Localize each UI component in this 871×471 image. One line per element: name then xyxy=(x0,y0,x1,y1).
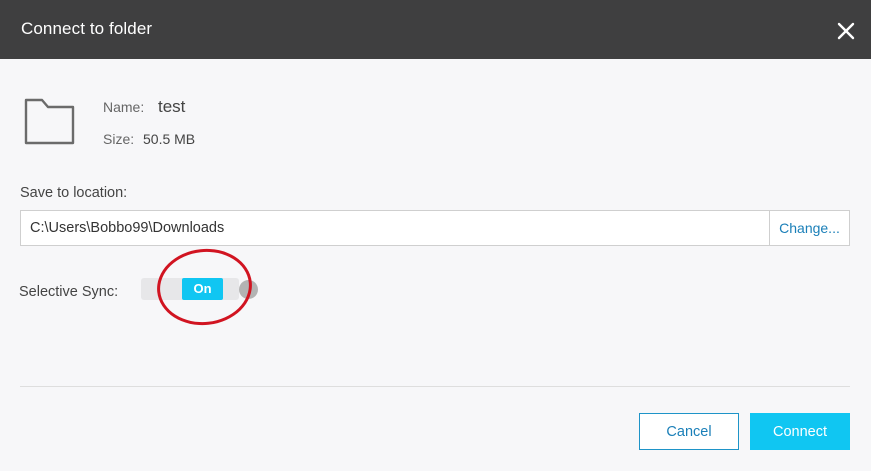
dialog-titlebar: Connect to folder xyxy=(0,0,871,59)
footer-divider xyxy=(20,386,850,387)
selective-sync-on-state[interactable]: On xyxy=(182,278,223,300)
connect-to-folder-dialog: Connect to folder Name: test Size: 50.5 … xyxy=(0,0,871,471)
save-location-input[interactable] xyxy=(20,210,770,246)
dialog-title: Connect to folder xyxy=(21,19,153,38)
folder-icon xyxy=(24,96,76,146)
folder-name-value: test xyxy=(158,97,186,116)
toggle-knob[interactable] xyxy=(239,280,258,299)
close-icon[interactable] xyxy=(834,19,858,43)
connect-button[interactable]: Connect xyxy=(750,413,850,450)
folder-size-label: Size: xyxy=(103,131,135,147)
folder-name-label: Name: xyxy=(103,99,145,115)
save-location-label: Save to location: xyxy=(20,185,128,201)
folder-size-value: 50.5 MB xyxy=(143,131,196,147)
cancel-button[interactable]: Cancel xyxy=(639,413,739,450)
change-location-button[interactable]: Change... xyxy=(769,210,850,246)
selective-sync-label: Selective Sync: xyxy=(19,284,119,300)
